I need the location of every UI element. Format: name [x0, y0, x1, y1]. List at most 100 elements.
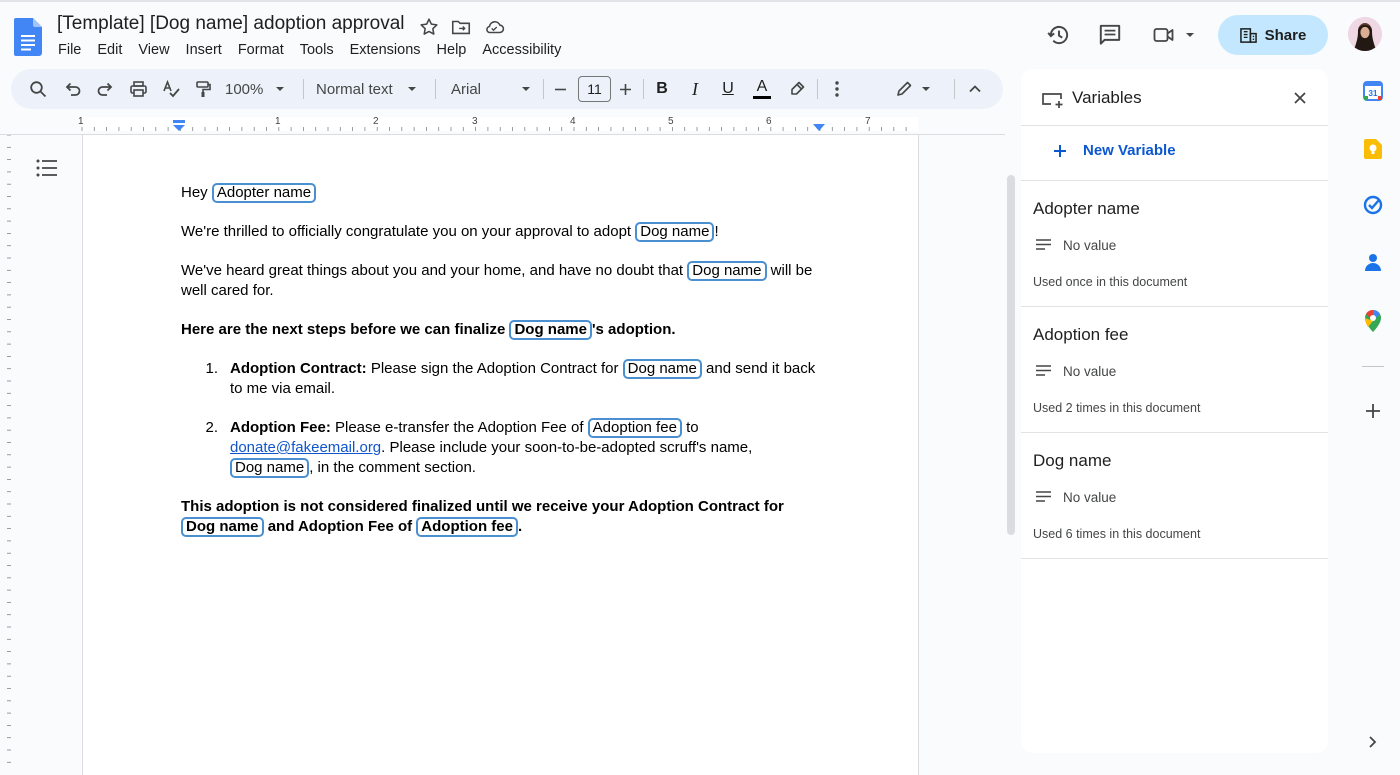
paragraph-text: We're thrilled to officially congratulat… — [181, 223, 632, 240]
menu-tools[interactable]: Tools — [300, 42, 334, 58]
meet-video-icon[interactable] — [1152, 22, 1176, 48]
star-icon[interactable] — [418, 16, 440, 38]
variables-panel-title: Variables — [1072, 88, 1142, 107]
variable-chip-dog-name[interactable]: Dog name — [635, 222, 715, 242]
menu-file[interactable]: File — [58, 42, 81, 58]
search-menus-button[interactable] — [25, 69, 51, 109]
decrease-font-size-button[interactable] — [551, 69, 569, 109]
paragraph-text: . — [517, 518, 523, 535]
chevron-down-icon — [407, 87, 416, 91]
keep-icon[interactable] — [1364, 139, 1382, 159]
variable-name: Dog name — [1033, 451, 1112, 470]
account-avatar[interactable] — [1348, 17, 1382, 51]
pencil-icon — [897, 81, 912, 96]
minus-icon — [554, 88, 566, 90]
menu-edit[interactable]: Edit — [97, 42, 122, 58]
plus-icon — [619, 83, 631, 95]
side-apps-rail: 31 — [1352, 70, 1400, 769]
building-icon — [1239, 27, 1257, 43]
variable-usage: Used once in this document — [1033, 275, 1188, 289]
maps-icon[interactable] — [1365, 310, 1381, 332]
font-size-input[interactable]: 11 — [578, 76, 611, 102]
menu-extensions[interactable]: Extensions — [350, 42, 421, 58]
zoom-select[interactable]: 100% — [225, 69, 301, 109]
paint-format-icon — [196, 81, 211, 97]
more-options-button[interactable] — [826, 69, 848, 109]
docs-logo-icon[interactable] — [14, 18, 42, 56]
variable-usage: Used 2 times in this document — [1033, 401, 1201, 415]
contacts-icon[interactable] — [1364, 252, 1382, 272]
left-indent-marker-icon[interactable] — [172, 120, 186, 132]
paint-format-button[interactable] — [190, 69, 216, 109]
paragraph-style-select[interactable]: Normal text — [316, 69, 428, 109]
variable-card-adopter-name[interactable]: Adopter name No value Used once in this … — [1021, 181, 1328, 307]
ruler-ticks — [81, 117, 918, 131]
ruler-mark: 1 — [78, 116, 84, 127]
email-link[interactable]: donate@fakeemail.org — [230, 439, 381, 456]
print-button[interactable] — [125, 69, 151, 109]
list-item-contract: 1. Adoption Contract: Please sign the Ad… — [181, 359, 831, 399]
list-item-title: Adoption Contract: — [230, 360, 367, 377]
menu-insert[interactable]: Insert — [186, 42, 222, 58]
variable-chip-dog-name[interactable]: Dog name — [509, 320, 592, 340]
ruler-mark: 2 — [373, 116, 379, 127]
variable-chip-dog-name[interactable]: Dog name — [622, 359, 702, 379]
document-title[interactable]: [Template] [Dog name] adoption approval — [57, 13, 405, 35]
redo-icon — [97, 82, 113, 96]
comments-icon[interactable] — [1097, 22, 1123, 48]
greeting-text: Hey — [181, 184, 208, 201]
move-folder-icon[interactable] — [450, 16, 472, 38]
menu-accessibility[interactable]: Accessibility — [482, 42, 561, 58]
more-vert-icon — [835, 81, 839, 97]
meet-dropdown-chevron-icon[interactable] — [1185, 30, 1195, 40]
menu-help[interactable]: Help — [437, 42, 467, 58]
spellcheck-icon — [163, 80, 180, 98]
toolbar-divider — [643, 79, 644, 99]
tasks-icon[interactable] — [1363, 195, 1383, 215]
font-family-value: Arial — [451, 80, 482, 98]
formatting-toolbar: 100% Normal text Arial 11 B I U A — [11, 69, 1003, 109]
version-history-icon[interactable] — [1046, 22, 1072, 48]
menu-view[interactable]: View — [138, 42, 169, 58]
text-color-button[interactable]: A — [750, 69, 774, 109]
paragraph-text: to — [686, 419, 699, 436]
list-item-fee: 2. Adoption Fee: Please e-transfer the A… — [181, 418, 831, 478]
redo-button[interactable] — [92, 69, 118, 109]
menu-format[interactable]: Format — [238, 42, 284, 58]
new-variable-button[interactable]: New Variable — [1053, 142, 1176, 159]
variable-chip-dog-name[interactable]: Dog name — [687, 261, 767, 281]
share-button[interactable]: Share — [1218, 15, 1328, 55]
document-body[interactable]: Hey Adopter name We're thrilled to offic… — [181, 183, 831, 556]
italic-button[interactable]: I — [684, 69, 706, 109]
variable-card-adoption-fee[interactable]: Adoption fee No value Used 2 times in th… — [1021, 307, 1328, 433]
right-indent-marker-icon[interactable] — [812, 123, 826, 132]
variable-chip-adoption-fee[interactable]: Adoption fee — [416, 517, 518, 537]
variable-card-dog-name[interactable]: Dog name No value Used 6 times in this d… — [1021, 433, 1328, 559]
spelling-check-button[interactable] — [158, 69, 184, 109]
close-icon[interactable] — [1293, 91, 1307, 105]
highlight-color-button[interactable] — [785, 69, 809, 109]
editing-mode-select[interactable] — [891, 69, 935, 109]
chevron-right-icon[interactable] — [1368, 735, 1378, 749]
undo-button[interactable] — [60, 69, 86, 109]
undo-icon — [65, 82, 81, 96]
variable-chip-adoption-fee[interactable]: Adoption fee — [587, 418, 682, 438]
variable-chip-adopter-name[interactable]: Adopter name — [211, 183, 317, 203]
document-outline-icon[interactable] — [36, 158, 58, 178]
variable-value: No value — [1063, 238, 1117, 253]
underline-button[interactable]: U — [717, 69, 739, 109]
add-addon-icon[interactable] — [1365, 403, 1381, 419]
horizontal-ruler[interactable]: 1 1 2 3 4 5 6 7 — [0, 113, 1005, 135]
hide-menus-button[interactable] — [964, 69, 986, 109]
paragraph-text: This adoption is not considered finalize… — [181, 498, 784, 515]
increase-font-size-button[interactable] — [616, 69, 634, 109]
variable-chip-dog-name[interactable]: Dog name — [230, 458, 310, 478]
cloud-saved-icon[interactable] — [483, 16, 505, 38]
new-variable-section: New Variable — [1021, 126, 1328, 181]
font-family-select[interactable]: Arial — [451, 69, 531, 109]
variable-chip-dog-name[interactable]: Dog name — [181, 517, 264, 537]
ruler-mark: 4 — [570, 116, 576, 127]
bold-button[interactable]: B — [651, 69, 673, 109]
calendar-icon[interactable]: 31 — [1363, 81, 1383, 101]
document-scrollbar[interactable] — [1007, 175, 1015, 535]
